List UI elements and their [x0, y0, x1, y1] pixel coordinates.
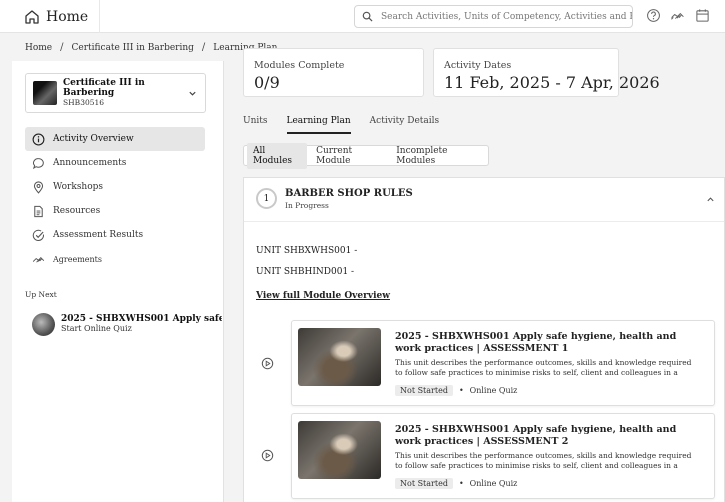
chevron-up-icon[interactable]	[706, 195, 715, 204]
course-selector[interactable]: Certificate III in Barbering SHB30516	[25, 73, 206, 113]
course-code: SHB30516	[63, 98, 105, 107]
sidebar-item-label: Announcements	[53, 158, 127, 168]
tab-learning-plan[interactable]: Learning Plan	[286, 116, 351, 134]
home-icon	[24, 9, 40, 25]
status-badge: Not Started	[395, 478, 453, 489]
sidebar-nav: Activity Overview Announcements Workshop…	[25, 127, 205, 271]
search-icon	[362, 11, 373, 22]
top-bar: Home Search Activities, Units of Compete…	[0, 0, 725, 33]
status-badge: Not Started	[395, 385, 453, 396]
sidebar-item-announcements[interactable]: Announcements	[25, 151, 205, 175]
activity-dates-value: 11 Feb, 2025 - 7 Apr, 2026	[444, 73, 660, 92]
filter-current-module[interactable]: Current Module	[310, 143, 387, 169]
activity-card[interactable]: 2025 - SHBXWHS001 Apply safe hygiene, he…	[291, 320, 715, 406]
activity-type: Online Quiz	[469, 386, 518, 395]
module-panel: 1 BARBER SHOP RULES In Progress UNIT SHB…	[243, 177, 725, 502]
sidebar-item-activity-overview[interactable]: Activity Overview	[25, 127, 205, 151]
module-status: In Progress	[285, 201, 329, 210]
up-next-item[interactable]: 2025 - SHBXWHS001 Apply safe hygiene, he…	[32, 312, 222, 336]
modules-complete-label: Modules Complete	[254, 60, 345, 71]
breadcrumb-home[interactable]: Home	[25, 43, 52, 53]
sidebar-item-label: Assessment Results	[53, 230, 144, 240]
up-next-subtitle[interactable]: Start Online Quiz	[61, 324, 222, 334]
up-next-label: Up Next	[25, 290, 57, 299]
sidebar-item-resources[interactable]: Resources	[25, 199, 205, 223]
up-next-thumbnail	[32, 312, 55, 336]
play-circle-icon	[261, 449, 274, 462]
activity-description: This unit describes the performance outc…	[395, 451, 692, 470]
module-header[interactable]: 1 BARBER SHOP RULES In Progress	[244, 178, 724, 222]
info-icon	[32, 133, 45, 146]
location-pin-icon	[32, 180, 45, 194]
module-number: 1	[256, 188, 277, 209]
activity-meta: Not Started • Online Quiz	[395, 478, 517, 489]
activity-dates-label: Activity Dates	[444, 60, 512, 71]
sidebar-item-workshops[interactable]: Workshops	[25, 175, 205, 199]
check-circle-icon	[32, 229, 45, 242]
filter-incomplete-modules[interactable]: Incomplete Modules	[390, 143, 485, 169]
meta-dot: •	[458, 386, 464, 395]
activity-card[interactable]: 2025 - SHBXWHS001 Apply safe hygiene, he…	[291, 413, 715, 499]
course-title: Certificate III in Barbering	[63, 78, 145, 98]
activity-title: 2025 - SHBXWHS001 Apply safe hygiene, he…	[395, 331, 677, 354]
sidebar-item-label: Resources	[53, 206, 101, 216]
activity-thumbnail	[298, 421, 381, 479]
search-input[interactable]: Search Activities, Units of Competency, …	[354, 5, 633, 28]
module-title: BARBER SHOP RULES	[285, 188, 413, 199]
sidebar-item-label: Workshops	[53, 182, 104, 192]
activity-description: This unit describes the performance outc…	[395, 358, 692, 377]
activity-type: Online Quiz	[469, 479, 518, 488]
breadcrumb-separator: /	[60, 42, 64, 53]
up-next-title: 2025 - SHBXWHS001 Apply safe hygiene, he…	[61, 314, 222, 324]
help-icon[interactable]	[646, 8, 662, 24]
handshake-icon[interactable]	[670, 8, 686, 24]
tab-activity-details[interactable]: Activity Details	[370, 116, 439, 134]
tab-bar: Units Learning Plan Activity Details	[243, 116, 458, 134]
home-link[interactable]: Home	[24, 0, 100, 33]
document-icon	[32, 205, 45, 218]
sidebar-item-label: Activity Overview	[53, 134, 134, 144]
chat-bubble-icon	[32, 157, 45, 170]
unit-line: UNIT SHBXWHS001 -	[256, 246, 358, 256]
activity-meta: Not Started • Online Quiz	[395, 385, 517, 396]
modules-complete-value: 0/9	[254, 73, 280, 92]
filter-all-modules[interactable]: All Modules	[247, 142, 308, 169]
module-filter-group: All Modules Current Module Incomplete Mo…	[243, 142, 489, 169]
tab-units[interactable]: Units	[243, 116, 268, 134]
sidebar-item-label: Agreements	[53, 254, 102, 264]
breadcrumb-separator: /	[201, 42, 206, 53]
breadcrumb: Home / Certificate III in Barbering / Le…	[25, 42, 277, 53]
sidebar: Certificate III in Barbering SHB30516 Ac…	[12, 61, 224, 502]
meta-dot: •	[458, 479, 464, 488]
breadcrumb-course[interactable]: Certificate III in Barbering	[72, 43, 194, 53]
activity-title: 2025 - SHBXWHS001 Apply safe hygiene, he…	[395, 424, 677, 447]
unit-line: UNIT SHBHIND001 -	[256, 267, 355, 277]
activity-dates-card: Activity Dates 11 Feb, 2025 - 7 Apr, 202…	[433, 48, 660, 97]
course-thumbnail	[33, 81, 57, 105]
search-placeholder: Search Activities, Units of Competency, …	[381, 11, 632, 22]
calendar-icon[interactable]	[695, 8, 711, 24]
handshake-icon	[32, 253, 45, 266]
sidebar-item-agreements[interactable]: Agreements	[25, 247, 205, 271]
sidebar-item-assessment-results[interactable]: Assessment Results	[25, 223, 205, 247]
home-label: Home	[46, 8, 89, 25]
chevron-down-icon	[188, 89, 197, 98]
modules-complete-card: Modules Complete 0/9	[243, 48, 424, 97]
activity-thumbnail	[298, 328, 381, 386]
play-circle-icon	[261, 357, 274, 370]
module-overview-link[interactable]: View full Module Overview	[256, 291, 390, 301]
